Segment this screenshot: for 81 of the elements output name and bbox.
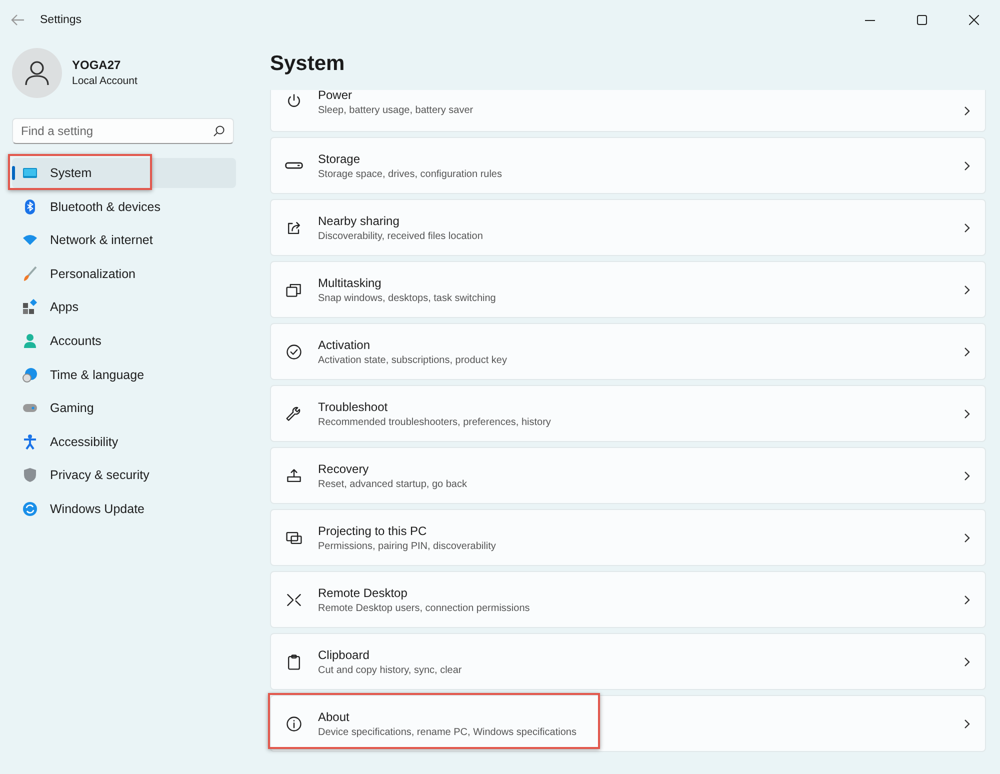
accessibility-icon <box>22 434 38 450</box>
sidebar-item[interactable]: Windows Update <box>12 494 236 524</box>
chevron-icon <box>963 594 971 604</box>
chevron-icon <box>963 106 971 116</box>
sidebar-item[interactable]: Accounts <box>12 326 236 356</box>
settings-card[interactable]: Multitasking Snap windows, desktops, task switching <box>270 261 986 318</box>
chevron-icon <box>963 284 971 294</box>
card-description: Remote Desktop users, connection permissions <box>318 602 531 614</box>
card-title: About <box>318 710 350 724</box>
card-description: Cut and copy history, sync, clear <box>318 664 463 676</box>
chevron-icon <box>963 718 971 728</box>
monitor-icon <box>22 165 38 181</box>
settings-card[interactable]: Recovery Reset, advanced startup, go back <box>270 447 986 504</box>
settings-card[interactable]: Remote Desktop Remote Desktop users, connection permissions <box>270 571 986 628</box>
info-icon <box>285 714 303 732</box>
maximize-icon[interactable] <box>917 15 927 25</box>
card-description: Reset, advanced startup, go back <box>318 478 468 490</box>
card-title: Clipboard <box>318 648 370 662</box>
account-type: Local Account <box>72 75 138 87</box>
card-title: Recovery <box>318 462 370 476</box>
selection-indicator <box>12 166 15 180</box>
chevron-icon <box>963 470 971 480</box>
card-description: Device specifications, rename PC, Windows specifications <box>318 726 578 738</box>
settings-card[interactable]: Power Sleep, battery usage, battery saver <box>270 90 986 132</box>
sidebar-item[interactable]: Apps <box>12 292 236 322</box>
chevron-icon <box>963 222 971 232</box>
wrench-icon <box>285 404 303 422</box>
apps-icon <box>22 299 38 316</box>
card-description: Discoverability, received files location <box>318 230 484 242</box>
settings-card[interactable]: Activation Activation state, subscriptions, product key <box>270 323 986 380</box>
search-field[interactable]: Find a setting <box>12 118 234 144</box>
window-title: Settings <box>40 14 82 26</box>
card-title: Multitasking <box>318 276 382 290</box>
settings-card[interactable]: Nearby sharing Discoverability, received files location <box>270 199 986 256</box>
card-title: Remote Desktop <box>318 586 408 600</box>
storage-drive-icon <box>285 162 303 169</box>
account-name: YOGA27 <box>72 58 122 72</box>
update-icon <box>22 500 38 517</box>
settings-card[interactable]: Troubleshoot Recommended troubleshooters, preferences, history <box>270 385 986 442</box>
card-title: Storage <box>318 152 362 166</box>
card-description: Sleep, battery usage, battery saver <box>318 105 474 116</box>
paintbrush-icon <box>22 266 38 282</box>
card-description: Permissions, pairing PIN, discoverability <box>318 540 497 552</box>
settings-card[interactable]: Clipboard Cut and copy history, sync, clear <box>270 633 986 690</box>
chevron-icon <box>963 656 971 666</box>
settings-card[interactable]: About Device specifications, rename PC, Windows specifications <box>270 695 986 752</box>
back-arrow-icon[interactable] <box>10 12 26 28</box>
card-description: Storage space, drives, configuration rules <box>318 168 503 180</box>
card-title: Nearby sharing <box>318 214 400 228</box>
bluetooth-icon <box>22 198 38 215</box>
globe-clock-icon <box>22 366 38 383</box>
shield-icon <box>22 467 38 484</box>
close-icon[interactable] <box>969 15 979 25</box>
card-title: Projecting to this PC <box>318 524 428 538</box>
recovery-icon <box>285 466 303 484</box>
sidebar-item[interactable]: Personalization <box>12 258 236 289</box>
chevron-icon <box>963 346 971 356</box>
sidebar-item[interactable]: Privacy & security <box>12 460 236 490</box>
settings-card[interactable]: Storage Storage space, drives, configuration rules <box>270 137 986 194</box>
sidebar-item[interactable]: Bluetooth & devices <box>12 192 236 222</box>
chevron-icon <box>963 160 971 170</box>
power-icon <box>285 92 303 110</box>
card-description: Recommended troubleshooters, preferences, history <box>318 416 552 428</box>
sidebar-item[interactable]: Accessibility <box>12 426 236 457</box>
settings-card[interactable]: Projecting to this PC Permissions, pairing PIN, discoverability <box>270 509 986 566</box>
card-description: Activation state, subscriptions, product key <box>318 354 508 366</box>
chevron-icon <box>963 408 971 418</box>
check-circle-icon <box>285 342 303 360</box>
sidebar-item[interactable]: Network & internet <box>12 225 236 256</box>
person-icon <box>22 332 38 349</box>
card-description: Snap windows, desktops, task switching <box>318 292 497 304</box>
page-title: System <box>270 51 346 77</box>
chevron-icon <box>963 532 971 542</box>
clipboard-icon <box>285 652 303 670</box>
sidebar-item[interactable]: Time & language <box>12 360 236 390</box>
card-title: Troubleshoot <box>318 400 389 414</box>
sidebar-item[interactable]: Gaming <box>12 393 236 424</box>
search-icon <box>213 125 225 137</box>
avatar <box>12 48 62 98</box>
card-title: Power <box>318 88 354 102</box>
card-title: Activation <box>318 338 372 352</box>
